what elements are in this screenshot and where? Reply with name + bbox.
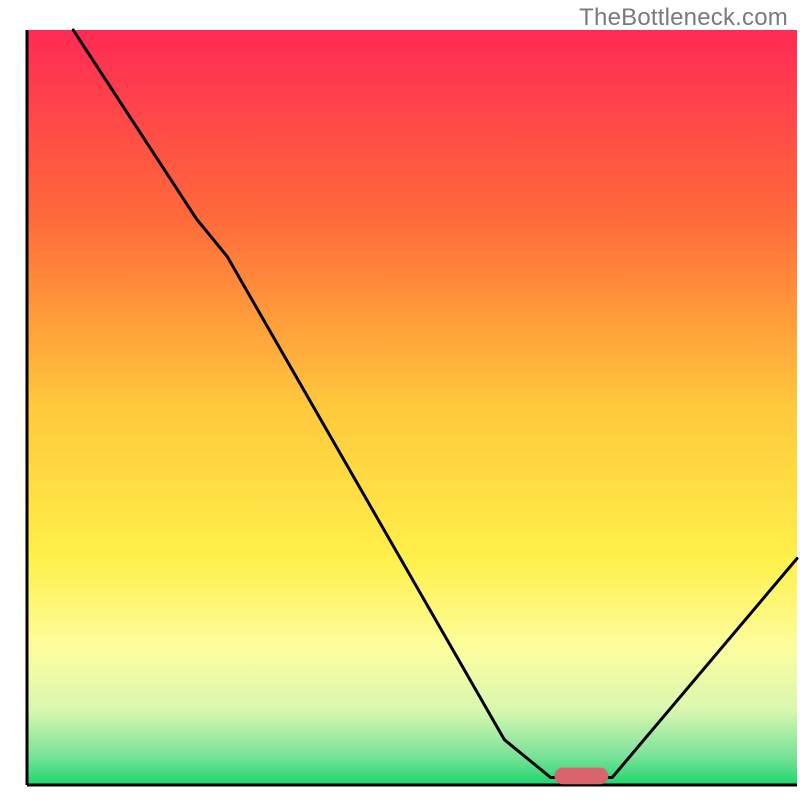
watermark-text: TheBottleneck.com: [579, 4, 788, 32]
plot-background: [27, 30, 797, 785]
bottleneck-chart: [0, 0, 800, 800]
chart-container: TheBottleneck.com: [0, 0, 800, 800]
optimal-marker: [554, 768, 608, 785]
